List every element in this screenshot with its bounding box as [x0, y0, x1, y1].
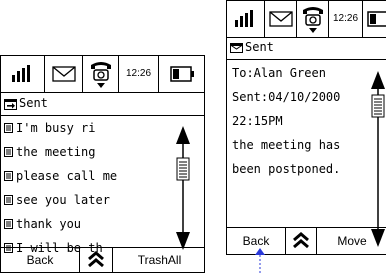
sent-date-line: Sent:04/10/2000 [232, 90, 341, 104]
message-doc-icon [4, 171, 13, 181]
envelope-icon [45, 56, 83, 92]
signal-strength-icon [1, 56, 45, 92]
sent-list-screen: 12:26 Sent I'm busy ri the meeting pleas… [0, 55, 205, 273]
outbox-folder-icon [4, 99, 17, 110]
message-item[interactable]: the meeting [1, 140, 171, 164]
message-body-line: the meeting has [232, 138, 341, 152]
message-body-line: been postponed. [232, 162, 341, 176]
recipient-line: To:Alan Green [232, 66, 326, 80]
message-doc-icon [4, 147, 13, 157]
message-list: I'm busy ri the meeting please call me s… [1, 116, 171, 260]
status-bar: 12:26 [227, 1, 386, 38]
message-doc-icon [4, 123, 13, 133]
message-doc-icon [4, 219, 13, 229]
message-detail: To:Alan Green Sent:04/10/2000 22:15PM th… [227, 61, 367, 181]
scroll-up-arrow[interactable] [176, 126, 190, 144]
softkey-bar: Back Move [227, 227, 386, 254]
trash-all-softkey[interactable]: TrashAll [113, 248, 204, 272]
message-preview: please call me [16, 169, 118, 183]
envelope-icon [265, 1, 297, 37]
move-softkey[interactable]: Move [317, 228, 386, 254]
title-bar: Sent [227, 38, 386, 60]
scroll-up-softkey[interactable] [79, 248, 113, 272]
scroll-up-softkey[interactable] [285, 228, 317, 254]
message-item[interactable]: I'm busy ri [1, 116, 171, 140]
signal-strength-icon [227, 1, 265, 37]
message-doc-icon [4, 195, 13, 205]
message-item[interactable]: see you later [1, 188, 171, 212]
clock-time: 12:26 [119, 56, 159, 92]
scroll-up-arrow[interactable] [371, 71, 385, 89]
message-preview: see you later [16, 193, 110, 207]
clock-time: 12:26 [329, 1, 363, 37]
message-preview: thank you [16, 217, 82, 231]
double-chevron-up-icon [88, 251, 104, 268]
scrollbar[interactable] [369, 69, 386, 249]
message-preview: the meeting [16, 145, 96, 159]
sent-message-screen: 12:26 Sent To:Alan Green Sent:04/10/2000… [226, 0, 386, 255]
back-softkey[interactable]: Back [1, 248, 79, 272]
envelope-small-icon [230, 43, 243, 53]
double-chevron-up-icon [293, 232, 309, 249]
scrollbar[interactable] [173, 124, 193, 252]
status-bar: 12:26 [1, 56, 204, 93]
telephone-icon [83, 56, 119, 92]
message-item[interactable]: thank you [1, 212, 171, 236]
battery-icon [363, 1, 386, 37]
message-item[interactable]: please call me [1, 164, 171, 188]
title-bar: Sent [1, 93, 204, 116]
screen-title: Sent [245, 40, 274, 54]
screen-title: Sent [19, 96, 48, 110]
softkey-bar: Back TrashAll [1, 247, 204, 272]
sent-time-line: 22:15PM [232, 114, 283, 128]
battery-icon [159, 56, 204, 92]
pointer-cursor [255, 248, 265, 273]
message-preview: I'm busy ri [16, 121, 96, 135]
telephone-icon [297, 1, 329, 37]
